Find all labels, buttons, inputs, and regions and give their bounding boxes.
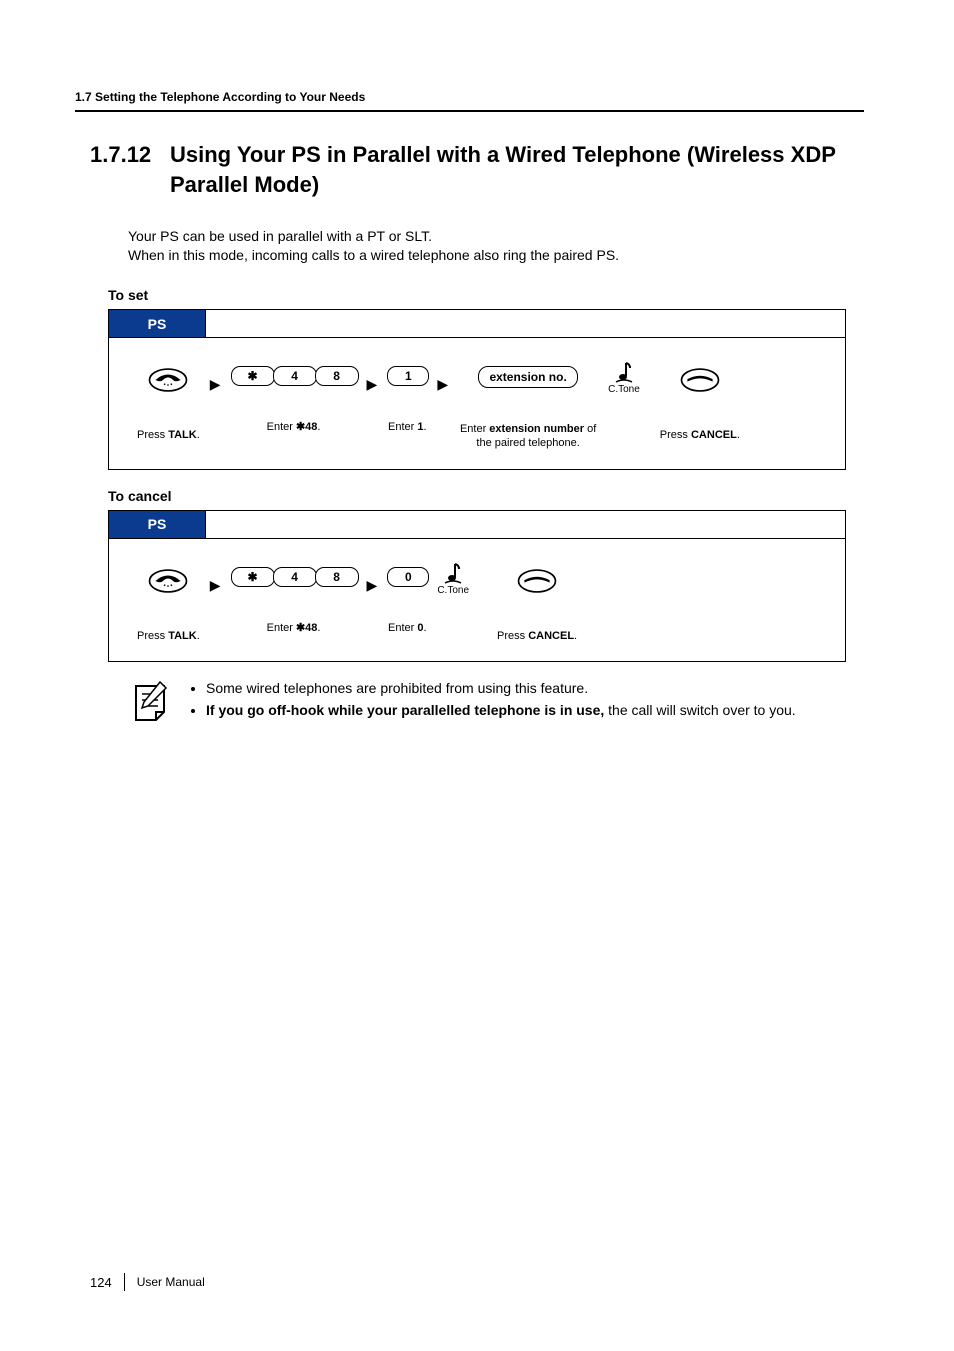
ctone-label: C.Tone	[437, 585, 469, 596]
talk-caption-post: .	[197, 429, 200, 441]
offhook-icon	[147, 567, 189, 595]
footer-separator	[124, 1273, 125, 1291]
to-cancel-procedure: PS Press TALK. ▶ ✱ 4 8 Enter ✱4	[108, 510, 846, 662]
page-number: 124	[90, 1275, 112, 1290]
key-4: 4	[273, 567, 317, 587]
section-title: 1.7.12 Using Your PS in Parallel with a …	[90, 140, 864, 199]
running-header: 1.7 Setting the Telephone According to Y…	[75, 90, 864, 112]
to-set-heading: To set	[108, 287, 864, 303]
enter0-pre: Enter	[388, 622, 417, 634]
ctone-icon	[614, 360, 634, 384]
doc-title: User Manual	[137, 1275, 205, 1289]
cancel-pre: Press	[660, 429, 691, 441]
key-1: 1	[387, 366, 429, 386]
step-star48: ✱ 4 8 Enter ✱48.	[231, 366, 357, 434]
onhook-icon	[516, 567, 558, 595]
ps-tab: PS	[109, 310, 206, 338]
step-talk: Press TALK.	[137, 567, 200, 643]
arrow-icon: ▶	[367, 577, 378, 594]
to-set-procedure: PS Press TALK. ▶ ✱ 4 8	[108, 309, 846, 470]
notes-block: Some wired telephones are prohibited fro…	[128, 678, 846, 726]
star48-pre: Enter	[267, 622, 296, 634]
extension-chip: extension no.	[478, 366, 577, 388]
talk-pre: Press	[137, 630, 168, 642]
intro-line-2: When in this mode, incoming calls to a w…	[128, 247, 619, 263]
step-cancel: Press CANCEL.	[660, 366, 740, 442]
section-number: 1.7.12	[90, 140, 170, 199]
star48-pre: Enter	[267, 421, 296, 433]
step-talk: Press TALK.	[137, 366, 200, 442]
intro-paragraph: Your PS can be used in parallel with a P…	[128, 227, 864, 265]
offhook-icon	[147, 366, 189, 394]
to-cancel-heading: To cancel	[108, 488, 864, 504]
note-2-bold: If you go off-hook while your parallelle…	[206, 702, 604, 718]
key-8: 8	[315, 567, 359, 587]
note-2-rest: the call will switch over to you.	[604, 702, 795, 718]
ctone-icon	[443, 561, 463, 585]
key-4: 4	[273, 366, 317, 386]
section-text: Using Your PS in Parallel with a Wired T…	[170, 140, 864, 199]
key-0: 0	[387, 567, 429, 587]
talk-caption-pre: Press	[137, 429, 168, 441]
enter1-post: .	[424, 421, 427, 433]
step-1: 1 Enter 1.	[387, 366, 427, 434]
star48-post: .	[317, 421, 320, 433]
step-star48: ✱ 4 8 Enter ✱48.	[231, 567, 357, 635]
note-icon	[128, 680, 174, 726]
cancel-bold: CANCEL	[691, 429, 737, 441]
ctone-label: C.Tone	[608, 384, 640, 395]
cancel-post: .	[574, 630, 577, 642]
star48-bold: ✱48	[296, 421, 317, 433]
note-1: Some wired telephones are prohibited fro…	[206, 678, 796, 698]
intro-line-1: Your PS can be used in parallel with a P…	[128, 228, 432, 244]
step-0: 0 Enter 0.	[387, 567, 427, 635]
talk-post: .	[197, 630, 200, 642]
cancel-pre: Press	[497, 630, 528, 642]
key-8: 8	[315, 366, 359, 386]
tab-spacer	[206, 511, 845, 539]
star48-post: .	[317, 622, 320, 634]
enter1-pre: Enter	[388, 421, 417, 433]
onhook-icon	[679, 366, 721, 394]
arrow-icon: ▶	[367, 376, 378, 393]
step-cancel: Press CANCEL.	[497, 567, 577, 643]
key-star: ✱	[231, 366, 275, 386]
arrow-icon: ▶	[437, 376, 448, 393]
enter0-post: .	[424, 622, 427, 634]
arrow-icon: ▶	[210, 376, 221, 393]
key-star: ✱	[231, 567, 275, 587]
talk-caption-bold: TALK	[168, 429, 197, 441]
tab-spacer	[206, 310, 845, 338]
ps-tab: PS	[109, 511, 206, 539]
note-2: If you go off-hook while your parallelle…	[206, 700, 796, 720]
arrow-icon: ▶	[210, 577, 221, 594]
cancel-post: .	[737, 429, 740, 441]
step-ctone: C.Tone	[437, 561, 469, 596]
cancel-bold: CANCEL	[528, 630, 574, 642]
step-ctone: C.Tone	[608, 360, 640, 395]
step-extension: extension no. Enter extension number of …	[458, 366, 598, 451]
star48-bold: ✱48	[296, 622, 317, 634]
talk-bold: TALK	[168, 630, 197, 642]
page-footer: 124 User Manual	[90, 1273, 205, 1291]
ext-bold: extension number	[489, 423, 584, 435]
ext-pre: Enter	[460, 423, 489, 435]
